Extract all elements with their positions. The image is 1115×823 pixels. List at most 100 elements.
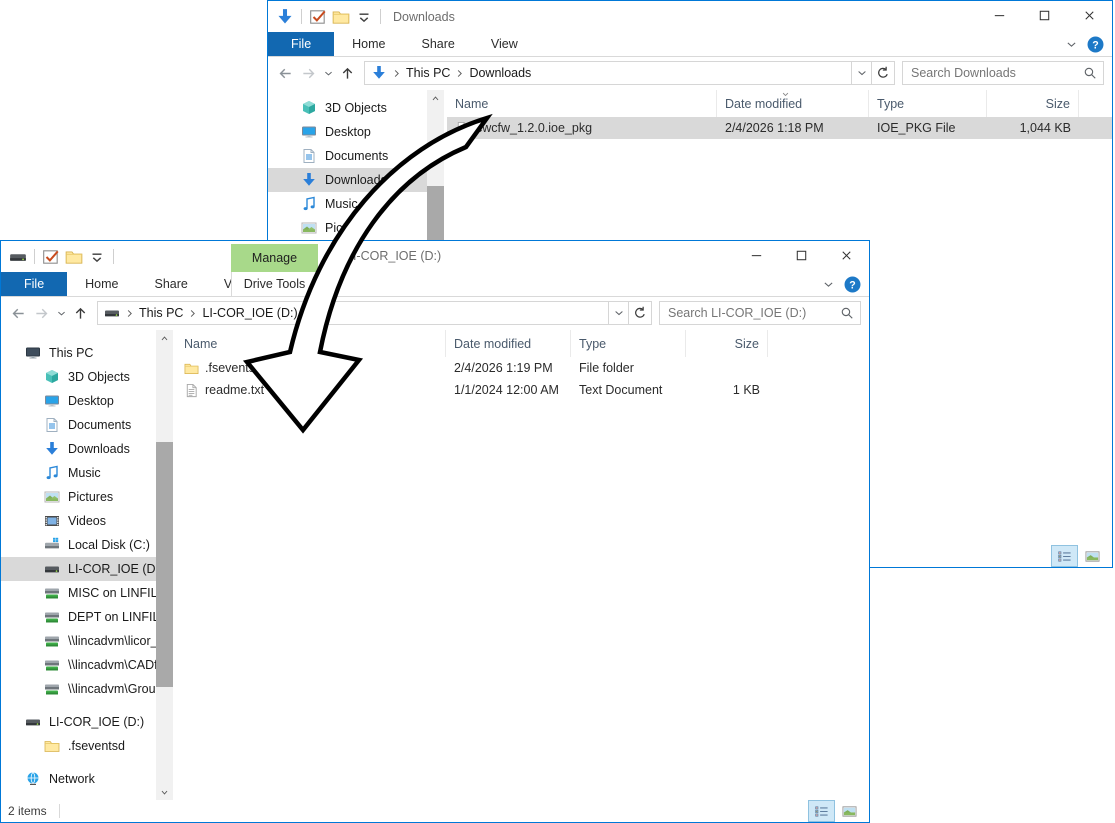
address-bar[interactable]: This PC LI-COR_IOE (D:) (97, 301, 609, 325)
close-icon (1082, 8, 1097, 23)
sidebar-item-local-disk-c[interactable]: Local Disk (C:) (1, 533, 156, 557)
tab-share[interactable]: Share (404, 32, 473, 56)
sidebar-item-music[interactable]: Music (268, 192, 427, 216)
title-bar[interactable]: Downloads (268, 1, 1112, 32)
checkbox-icon[interactable] (42, 248, 60, 266)
close-button[interactable] (824, 241, 869, 270)
sidebar-scrollbar[interactable] (156, 330, 173, 800)
sidebar-item-videos[interactable]: Videos (1, 509, 156, 533)
sidebar-item-documents[interactable]: Documents (268, 144, 427, 168)
back-button[interactable] (7, 301, 30, 325)
breadcrumb-item-li-cor-ioe-d[interactable]: LI-COR_IOE (D:) (202, 306, 297, 320)
scrollbar-thumb[interactable] (156, 442, 173, 687)
breadcrumb-item-this-pc[interactable]: This PC (406, 66, 450, 80)
checkbox-icon[interactable] (309, 8, 327, 26)
sidebar-item-li-cor-ioe-d[interactable]: LI-COR_IOE (D:) (1, 557, 156, 581)
tab-home[interactable]: Home (334, 32, 403, 56)
manage-contextual-header[interactable]: Manage (231, 244, 318, 272)
maximize-button[interactable] (1022, 1, 1067, 30)
tab-home[interactable]: Home (67, 272, 136, 296)
sidebar-item-network[interactable]: Network (1, 767, 156, 791)
sidebar-item-desktop[interactable]: Desktop (268, 120, 427, 144)
file-row-readme-txt[interactable]: readme.txt1/1/2024 12:00 AMText Document… (176, 379, 869, 401)
thumbnail-view-button[interactable] (837, 801, 862, 821)
column-header-name[interactable]: Name (176, 330, 446, 357)
thumbnail-view-button[interactable] (1080, 546, 1105, 566)
drive-icon[interactable] (9, 248, 27, 266)
sidebar-item-3d-objects[interactable]: 3D Objects (1, 365, 156, 389)
up-button[interactable] (69, 301, 92, 325)
tab-file[interactable]: File (1, 272, 67, 296)
sidebar-item-misc-on-linfile01-g[interactable]: MISC on LINFILE01 (G: (1, 581, 156, 605)
sidebar-item-fseventsd[interactable]: .fseventsd (1, 734, 156, 758)
sidebar-item-pictures[interactable]: Pictures (268, 216, 427, 240)
column-header-date-modified[interactable]: Date modified (446, 330, 571, 357)
scroll-down-button[interactable] (156, 784, 173, 800)
column-header-type[interactable]: Type (571, 330, 686, 357)
sidebar-item-lincadvm-groupinst[interactable]: \\lincadvm\GroupInst (1, 677, 156, 701)
close-button[interactable] (1067, 1, 1112, 30)
maximize-button[interactable] (779, 241, 824, 270)
tab-share[interactable]: Share (137, 272, 206, 296)
column-header-size[interactable]: Size (686, 330, 768, 357)
details-view-button[interactable] (809, 801, 834, 821)
address-dropdown-button[interactable] (852, 61, 872, 85)
network-drive-icon (44, 633, 60, 649)
forward-button[interactable] (297, 61, 320, 85)
sidebar-item-this-pc[interactable]: This PC (1, 341, 156, 365)
address-bar[interactable]: This PC Downloads (364, 61, 852, 85)
file-type: Text Document (571, 383, 686, 397)
folder-icon[interactable] (332, 8, 350, 26)
file-row-cwcfw-1-2-0-ioe-pkg[interactable]: cwcfw_1.2.0.ioe_pkg2/4/2026 1:18 PMIOE_P… (447, 117, 1112, 139)
sidebar-item-documents[interactable]: Documents (1, 413, 156, 437)
help-icon[interactable]: ? (1087, 36, 1104, 53)
this-pc-icon (25, 345, 41, 361)
help-icon[interactable]: ? (844, 276, 861, 293)
details-view-button[interactable] (1052, 546, 1077, 566)
search-icon[interactable] (1083, 66, 1097, 80)
recent-locations-button[interactable] (320, 61, 336, 85)
tab-drive-tools[interactable]: Drive Tools (231, 272, 318, 297)
search-icon[interactable] (840, 306, 854, 320)
sidebar-item-music[interactable]: Music (1, 461, 156, 485)
downloads-icon[interactable] (276, 8, 294, 26)
search-input[interactable] (668, 306, 840, 320)
file-row-fseventsd[interactable]: .fseventsd2/4/2026 1:19 PMFile folder (176, 357, 869, 379)
tab-view[interactable]: View (473, 32, 536, 56)
sidebar-item-label: Videos (68, 514, 106, 528)
sidebar-item-lincadvm-licor-code[interactable]: \\lincadvm\licor_code (1, 629, 156, 653)
sidebar-item-li-cor-ioe-d[interactable]: LI-COR_IOE (D:) (1, 710, 156, 734)
sidebar-item-downloads[interactable]: Downloads (1, 437, 156, 461)
sidebar-item-dept-on-linfile01-h[interactable]: DEPT on LINFILE01 (H: (1, 605, 156, 629)
sidebar-item-3d-objects[interactable]: 3D Objects (268, 96, 427, 120)
tab-file[interactable]: File (268, 32, 334, 56)
title-bar[interactable]: Manage LI-COR_IOE (D:) (1, 241, 869, 272)
sidebar-item-desktop[interactable]: Desktop (1, 389, 156, 413)
forward-button[interactable] (30, 301, 53, 325)
qat-menu-icon[interactable] (88, 248, 106, 266)
refresh-button[interactable] (872, 61, 895, 85)
column-header-name[interactable]: Name (447, 90, 717, 117)
minimize-button[interactable] (734, 241, 779, 270)
sidebar-item-lincadvm-cadfileco[interactable]: \\lincadvm\CADfileco (1, 653, 156, 677)
breadcrumb-item-downloads[interactable]: Downloads (469, 66, 531, 80)
sidebar-item-pictures[interactable]: Pictures (1, 485, 156, 509)
expand-ribbon-chevron-icon[interactable] (822, 278, 835, 291)
scroll-up-button[interactable] (427, 90, 444, 106)
refresh-button[interactable] (629, 301, 652, 325)
up-button[interactable] (336, 61, 359, 85)
qat-menu-icon[interactable] (355, 8, 373, 26)
sidebar-item-downloads[interactable]: Downloads (268, 168, 427, 192)
column-header-date-modified[interactable]: Date modified (717, 90, 869, 117)
folder-icon[interactable] (65, 248, 83, 266)
recent-locations-button[interactable] (53, 301, 69, 325)
expand-ribbon-chevron-icon[interactable] (1065, 38, 1078, 51)
breadcrumb-item-this-pc[interactable]: This PC (139, 306, 183, 320)
minimize-button[interactable] (977, 1, 1022, 30)
column-header-type[interactable]: Type (869, 90, 987, 117)
back-button[interactable] (274, 61, 297, 85)
column-header-size[interactable]: Size (987, 90, 1079, 117)
scroll-up-button[interactable] (156, 330, 173, 346)
address-dropdown-button[interactable] (609, 301, 629, 325)
search-input[interactable] (911, 66, 1083, 80)
